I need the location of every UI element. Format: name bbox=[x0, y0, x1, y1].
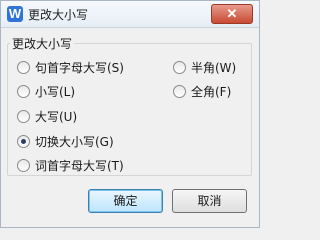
radio-uppercase[interactable] bbox=[17, 110, 30, 123]
radio-half-width[interactable] bbox=[173, 61, 186, 74]
radio-toggle-case[interactable] bbox=[17, 135, 30, 148]
close-button[interactable]: ✕ bbox=[211, 4, 253, 24]
ok-button[interactable]: 确定 bbox=[88, 189, 163, 213]
option-label: 句首字母大写(S) bbox=[35, 61, 124, 75]
radio-title-case[interactable] bbox=[17, 159, 30, 172]
dialog-title: 更改大小写 bbox=[28, 8, 89, 22]
option-label: 小写(L) bbox=[35, 85, 76, 99]
option-label: 半角(W) bbox=[191, 61, 237, 75]
option-label: 大写(U) bbox=[35, 110, 78, 124]
option-label: 切换大小写(G) bbox=[35, 135, 114, 149]
radio-lowercase[interactable] bbox=[17, 85, 30, 98]
radio-full-width[interactable] bbox=[173, 85, 186, 98]
cancel-button[interactable]: 取消 bbox=[172, 189, 247, 213]
group-label: 更改大小写 bbox=[10, 35, 75, 52]
option-label: 全角(F) bbox=[191, 85, 232, 99]
option-label: 词首字母大写(T) bbox=[35, 159, 124, 173]
radio-sentence-case[interactable] bbox=[17, 61, 30, 74]
title-bar: W 更改大小写 ✕ bbox=[1, 1, 259, 28]
wps-writer-icon: W bbox=[7, 6, 23, 22]
